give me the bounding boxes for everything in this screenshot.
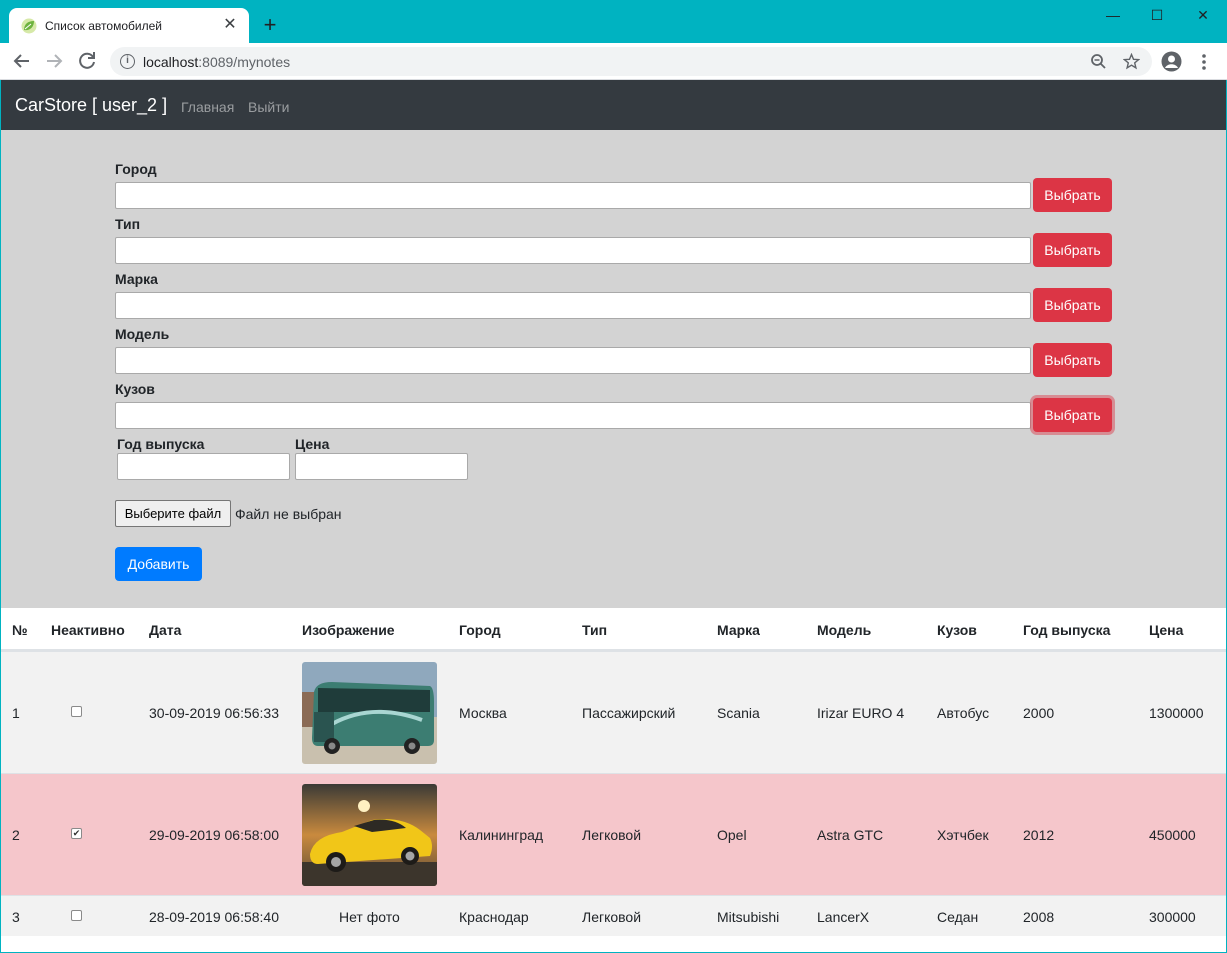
add-button[interactable]: Добавить [115,547,202,581]
row-num: 1 [12,705,20,721]
choose-file-button[interactable]: Выберите файл [115,500,231,527]
select-brand-button[interactable]: Выбрать [1033,288,1112,322]
header-image: Изображение [302,622,395,638]
reload-icon[interactable] [75,49,99,73]
row-date: 30-09-2019 06:56:33 [149,705,279,721]
url-text: localhost:8089/mynotes [143,54,291,70]
table-row: 1 30-09-2019 06:56:33 Москва Пассажирски… [1,651,1226,773]
header-model: Модель [817,622,872,638]
row-price: 300000 [1149,909,1196,925]
year-label: Год выпуска [117,436,205,452]
minimize-button[interactable]: — [1090,0,1136,30]
close-window-button[interactable]: ✕ [1180,0,1226,30]
browser-window: Список автомобилей ✕ + — ☐ ✕ i localhost… [0,0,1227,953]
row-date: 29-09-2019 06:58:00 [149,827,279,843]
row-type: Легковой [582,909,642,925]
browser-tab[interactable]: Список автомобилей ✕ [9,8,249,43]
add-car-form: Город Выбрать Тип Выбрать Марка Выбрать … [1,130,1226,608]
row-body: Автобус [937,705,990,721]
select-type-button[interactable]: Выбрать [1033,233,1112,267]
body-input[interactable] [115,402,1031,429]
close-tab-icon[interactable]: ✕ [221,16,239,34]
row-city: Краснодар [459,909,529,925]
tab-strip: Список автомобилей ✕ + — ☐ ✕ [0,0,1227,43]
row-body: Хэтчбек [937,827,989,843]
spring-leaf-icon [21,18,37,34]
row-num: 2 [12,827,20,843]
inactive-checkbox[interactable] [71,706,82,717]
header-date: Дата [149,622,182,638]
profile-avatar-icon[interactable] [1161,51,1182,72]
city-input[interactable] [115,182,1031,209]
row-type: Легковой [582,827,642,843]
no-photo-text: Нет фото [339,909,400,925]
bus-photo [302,662,437,764]
tab-title: Список автомобилей [45,19,162,33]
row-city: Москва [459,705,507,721]
file-status-text: Файл не выбран [235,506,342,522]
nav-link-logout[interactable]: Выйти [248,99,289,115]
yellow-car-photo [302,784,437,886]
header-year: Год выпуска [1023,622,1111,638]
header-inactive: Неактивно [51,622,125,638]
web-page: CarStore [ user_2 ] Главная Выйти Город … [1,80,1226,952]
address-bar[interactable]: i localhost:8089/mynotes [110,47,1152,76]
forward-icon[interactable] [42,49,66,73]
row-model: Irizar EURO 4 [817,705,905,721]
model-input[interactable] [115,347,1031,374]
select-city-button[interactable]: Выбрать [1033,178,1112,212]
table-header: № Неактивно Дата Изображение Город Тип М… [1,608,1226,651]
browser-toolbar: i localhost:8089/mynotes [0,43,1227,80]
top-navbar: CarStore [ user_2 ] Главная Выйти [1,80,1226,130]
select-body-button[interactable]: Выбрать [1033,398,1112,432]
bookmark-star-icon[interactable] [1123,53,1140,70]
brand-link[interactable]: CarStore [ user_2 ] [15,95,167,116]
inactive-checkbox[interactable] [71,910,82,921]
row-year: 2008 [1023,909,1055,925]
brand-input[interactable] [115,292,1031,319]
row-body: Седан [937,909,979,925]
back-icon[interactable] [10,49,34,73]
site-info-icon[interactable]: i [120,54,135,69]
price-label: Цена [295,436,330,452]
row-num: 3 [12,909,20,925]
row-price: 450000 [1149,827,1196,843]
model-label: Модель [115,326,170,342]
row-city: Калининград [459,827,544,843]
header-city: Город [459,622,501,638]
row-brand: Scania [717,705,760,721]
price-input[interactable] [295,453,468,480]
year-input[interactable] [117,453,290,480]
brand-label: Марка [115,271,158,287]
table-row: 3 28-09-2019 06:58:40 Нет фото Краснодар… [1,895,1226,936]
body-label: Кузов [115,381,155,397]
row-brand: Mitsubishi [717,909,780,925]
row-brand: Opel [717,827,747,843]
header-type: Тип [582,622,608,638]
row-year: 2000 [1023,705,1055,721]
type-input[interactable] [115,237,1031,264]
nav-link-home[interactable]: Главная [181,99,234,115]
new-tab-button[interactable]: + [258,13,282,37]
select-model-button[interactable]: Выбрать [1033,343,1112,377]
city-label: Город [115,161,157,177]
row-type: Пассажирский [582,705,676,721]
header-num: № [12,622,28,638]
menu-kebab-icon[interactable] [1198,52,1210,72]
row-model: LancerX [817,909,870,925]
row-model: Astra GTC [817,827,884,843]
row-price: 1300000 [1149,705,1204,721]
maximize-button[interactable]: ☐ [1134,0,1180,30]
header-body: Кузов [937,622,977,638]
inactive-checkbox[interactable]: ✔ [71,828,82,839]
type-label: Тип [115,216,141,232]
zoom-icon[interactable] [1090,53,1107,70]
table-row: 2 ✔ 29-09-2019 06:58:00 Калининград Легк… [1,773,1226,895]
row-year: 2012 [1023,827,1055,843]
row-date: 28-09-2019 06:58:40 [149,909,279,925]
header-brand: Марка [717,622,760,638]
header-price: Цена [1149,622,1184,638]
